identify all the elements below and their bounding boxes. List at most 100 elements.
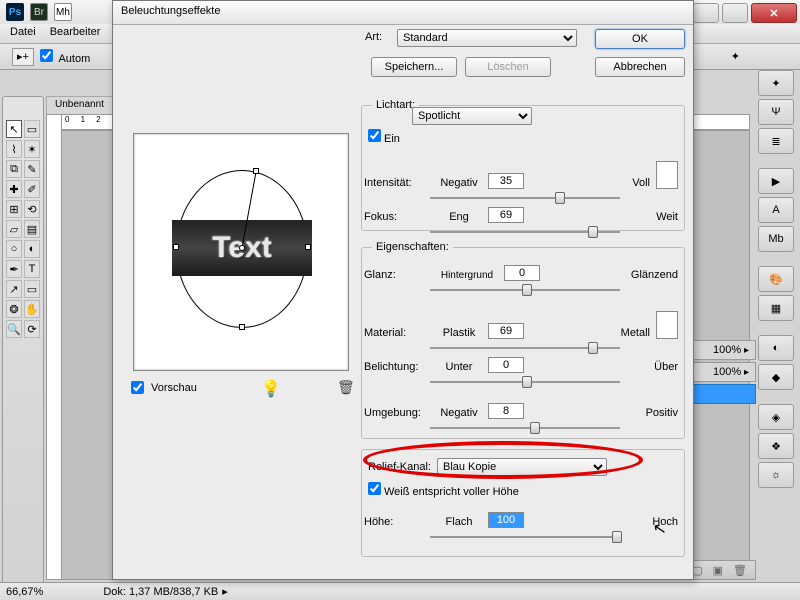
art-select[interactable]: Standard bbox=[397, 29, 577, 47]
save-button[interactable]: Speichern... bbox=[371, 57, 457, 77]
panel-icon[interactable]: ▶ bbox=[758, 168, 794, 194]
eraser-tool[interactable]: ▱ bbox=[6, 220, 22, 238]
new-icon[interactable]: ▣ bbox=[713, 564, 723, 577]
zoom-tool[interactable]: 🔍 bbox=[6, 320, 22, 338]
path-tool[interactable]: ↗ bbox=[6, 280, 22, 298]
eng-label: Eng bbox=[430, 211, 488, 223]
unter-label: Unter bbox=[430, 361, 488, 373]
metall-label: Metall bbox=[621, 327, 650, 339]
rotate-tool[interactable]: ⟳ bbox=[24, 320, 40, 338]
history-brush-tool[interactable]: ⟲ bbox=[24, 200, 40, 218]
umgebung-slider[interactable] bbox=[430, 421, 620, 435]
hohe-slider[interactable] bbox=[430, 530, 620, 544]
preview-checkbox[interactable]: Vorschau bbox=[131, 381, 197, 394]
csxs-icon[interactable]: ✦ bbox=[731, 50, 740, 63]
minibridge-icon[interactable]: Mh bbox=[54, 3, 72, 21]
umgebung-value[interactable] bbox=[488, 403, 524, 419]
flach-label: Flach bbox=[430, 516, 488, 528]
intensitat-label: Intensität: bbox=[364, 177, 430, 189]
positiv-label: Positiv bbox=[646, 407, 678, 419]
menu-datei[interactable]: Datei bbox=[10, 26, 36, 41]
doc-size-menu[interactable]: ▸ bbox=[222, 585, 228, 598]
intensitat-value[interactable] bbox=[488, 173, 524, 189]
belichtung-slider[interactable] bbox=[430, 375, 620, 389]
panel-icon[interactable]: ❖ bbox=[758, 433, 794, 459]
eyedropper-tool[interactable]: ✎ bbox=[24, 160, 40, 178]
panel-icon[interactable]: ☼ bbox=[758, 462, 794, 488]
ok-button[interactable]: OK bbox=[595, 29, 685, 49]
lasso-tool[interactable]: ⌇ bbox=[6, 140, 22, 158]
document-tab[interactable]: Unbenannt bbox=[46, 96, 113, 114]
panel-icon[interactable]: ◈ bbox=[758, 404, 794, 430]
move-tool[interactable]: ↖ bbox=[6, 120, 22, 138]
pen-tool[interactable]: ✒ bbox=[6, 260, 22, 278]
move-tool-icon[interactable]: ▸+ bbox=[12, 48, 34, 66]
relief-kanal-label: Relief-Kanal: bbox=[368, 461, 431, 473]
light-color-swatch[interactable] bbox=[656, 161, 678, 189]
crop-tool[interactable]: ⧉ bbox=[6, 160, 22, 178]
panel-icon[interactable]: 🎨 bbox=[758, 266, 794, 292]
marquee-tool[interactable]: ▭ bbox=[24, 120, 40, 138]
blur-tool[interactable]: ○ bbox=[6, 240, 22, 258]
glanz-label: Glanz: bbox=[364, 269, 430, 281]
dodge-tool[interactable]: ◐ bbox=[24, 240, 40, 258]
neg-label: Negativ bbox=[430, 177, 488, 189]
plastik-label: Plastik bbox=[430, 327, 488, 339]
belichtung-label: Belichtung: bbox=[364, 361, 430, 373]
material-label: Material: bbox=[364, 327, 430, 339]
weiss-checkbox[interactable]: Weiß entspricht voller Höhe bbox=[368, 482, 519, 498]
ambient-color-swatch[interactable] bbox=[656, 311, 678, 339]
umgebung-label: Umgebung: bbox=[364, 407, 430, 419]
belichtung-value[interactable] bbox=[488, 357, 524, 373]
lighting-effects-dialog: Beleuchtungseffekte OK Abbrechen Art: St… bbox=[112, 0, 694, 580]
trash-icon[interactable]: 🗑 bbox=[733, 564, 747, 577]
gradient-tool[interactable]: ▤ bbox=[24, 220, 40, 238]
hintergrund-label: Hintergrund bbox=[430, 270, 504, 281]
doc-size: Dok: 1,37 MB/838,7 KB bbox=[103, 586, 218, 598]
cancel-button[interactable]: Abbrechen bbox=[595, 57, 685, 77]
window-maximize-button[interactable] bbox=[722, 3, 748, 23]
trash-icon[interactable]: 🗑 bbox=[337, 379, 355, 396]
glanz-slider[interactable] bbox=[430, 283, 620, 297]
shape-tool[interactable]: ▭ bbox=[24, 280, 40, 298]
type-tool[interactable]: T bbox=[24, 260, 40, 278]
panel-icon[interactable]: A bbox=[758, 197, 794, 223]
photoshop-icon: Ps bbox=[6, 3, 24, 21]
3d-tool[interactable]: ❂ bbox=[6, 300, 22, 318]
fokus-slider[interactable] bbox=[430, 225, 620, 239]
fokus-value[interactable] bbox=[488, 207, 524, 223]
tools-panel: ↖▭ ⌇✶ ⧉✎ ✚✐ ⊞⟲ ▱▤ ○◐ ✒T ↗▭ ❂✋ 🔍⟳ bbox=[2, 96, 44, 598]
autom-checkbox[interactable]: Autom bbox=[40, 49, 90, 65]
heal-tool[interactable]: ✚ bbox=[6, 180, 22, 198]
panel-icon[interactable]: ≣ bbox=[758, 128, 794, 154]
intensitat-slider[interactable] bbox=[430, 191, 620, 205]
window-minimize-button[interactable] bbox=[693, 3, 719, 23]
panel-icon[interactable]: ▦ bbox=[758, 295, 794, 321]
window-close-button[interactable]: ✕ bbox=[751, 3, 797, 23]
hand-tool[interactable]: ✋ bbox=[24, 300, 40, 318]
relief-kanal-select[interactable]: Blau Kopie bbox=[437, 458, 607, 476]
stamp-tool[interactable]: ⊞ bbox=[6, 200, 22, 218]
material-value[interactable] bbox=[488, 323, 524, 339]
panel-icon[interactable]: ◆ bbox=[758, 364, 794, 390]
lichtart-select[interactable]: Spotlicht bbox=[412, 107, 532, 125]
panel-icon[interactable]: ✦ bbox=[758, 70, 794, 96]
hohe-value[interactable] bbox=[488, 512, 524, 528]
panel-icon[interactable]: Mb bbox=[758, 226, 794, 252]
menu-bearbeiten[interactable]: Bearbeiter bbox=[50, 26, 101, 41]
dialog-title: Beleuchtungseffekte bbox=[113, 1, 693, 25]
zoom-level[interactable]: 66,67% bbox=[6, 586, 43, 598]
panel-icon[interactable]: Ψ bbox=[758, 99, 794, 125]
eigenschaften-legend: Eigenschaften: bbox=[372, 241, 453, 253]
bridge-icon[interactable]: Br bbox=[30, 3, 48, 21]
hohe-label: Höhe: bbox=[364, 516, 430, 528]
voll-label: Voll bbox=[632, 177, 650, 189]
glanz-value[interactable] bbox=[504, 265, 540, 281]
preview-area[interactable]: Text bbox=[133, 133, 349, 371]
material-slider[interactable] bbox=[430, 341, 620, 355]
lightbulb-icon[interactable]: 💡 bbox=[261, 379, 281, 399]
panel-icon[interactable]: ◐ bbox=[758, 335, 794, 361]
wand-tool[interactable]: ✶ bbox=[24, 140, 40, 158]
brush-tool[interactable]: ✐ bbox=[24, 180, 40, 198]
ein-checkbox[interactable]: Ein bbox=[368, 129, 400, 145]
